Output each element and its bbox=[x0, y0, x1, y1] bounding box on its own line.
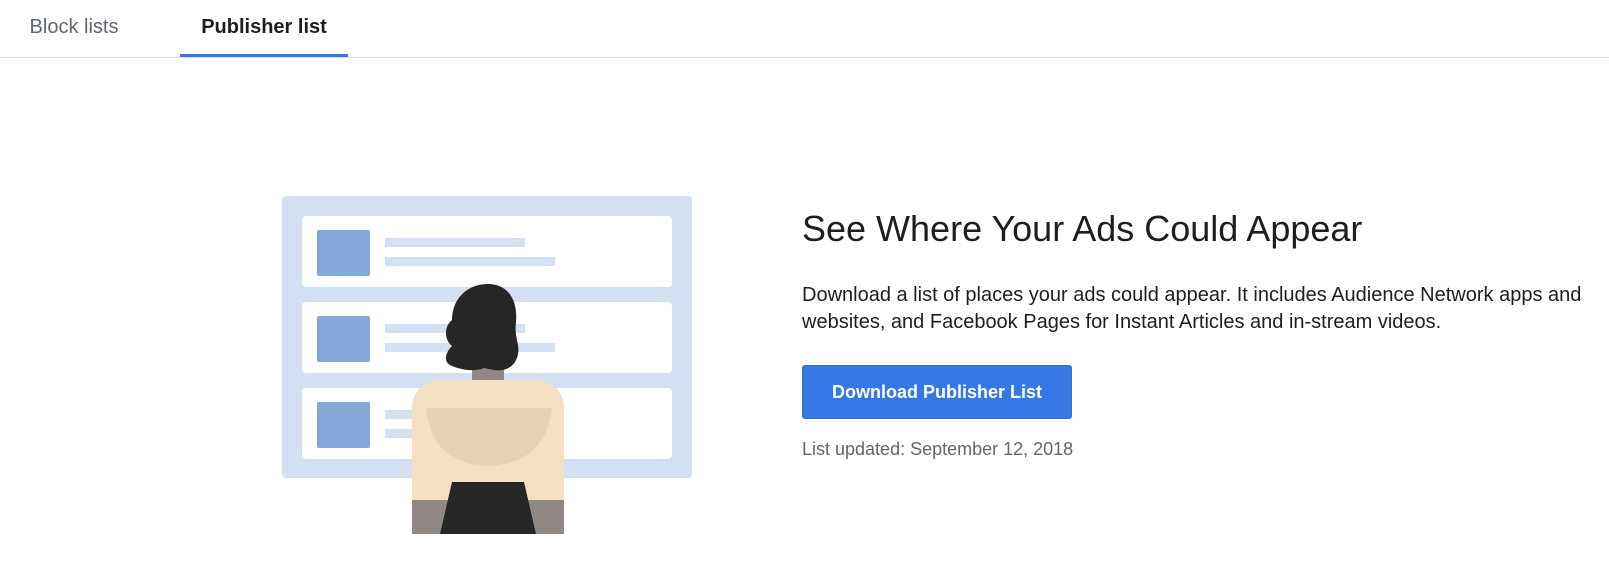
download-publisher-list-button[interactable]: Download Publisher List bbox=[802, 365, 1072, 419]
tab-publisher-list[interactable]: Publisher list bbox=[180, 0, 348, 57]
list-updated-date: List updated: September 12, 2018 bbox=[802, 439, 1074, 459]
page-description: Download a list of places your ads could… bbox=[802, 284, 1582, 333]
publisher-list-illustration bbox=[280, 194, 696, 539]
tab-bar: Block lists Publisher list bbox=[0, 0, 1609, 58]
list-row-1 bbox=[302, 216, 672, 287]
page-title: See Where Your Ads Could Appear bbox=[802, 208, 1363, 249]
tab-block-lists[interactable]: Block lists bbox=[12, 0, 136, 55]
